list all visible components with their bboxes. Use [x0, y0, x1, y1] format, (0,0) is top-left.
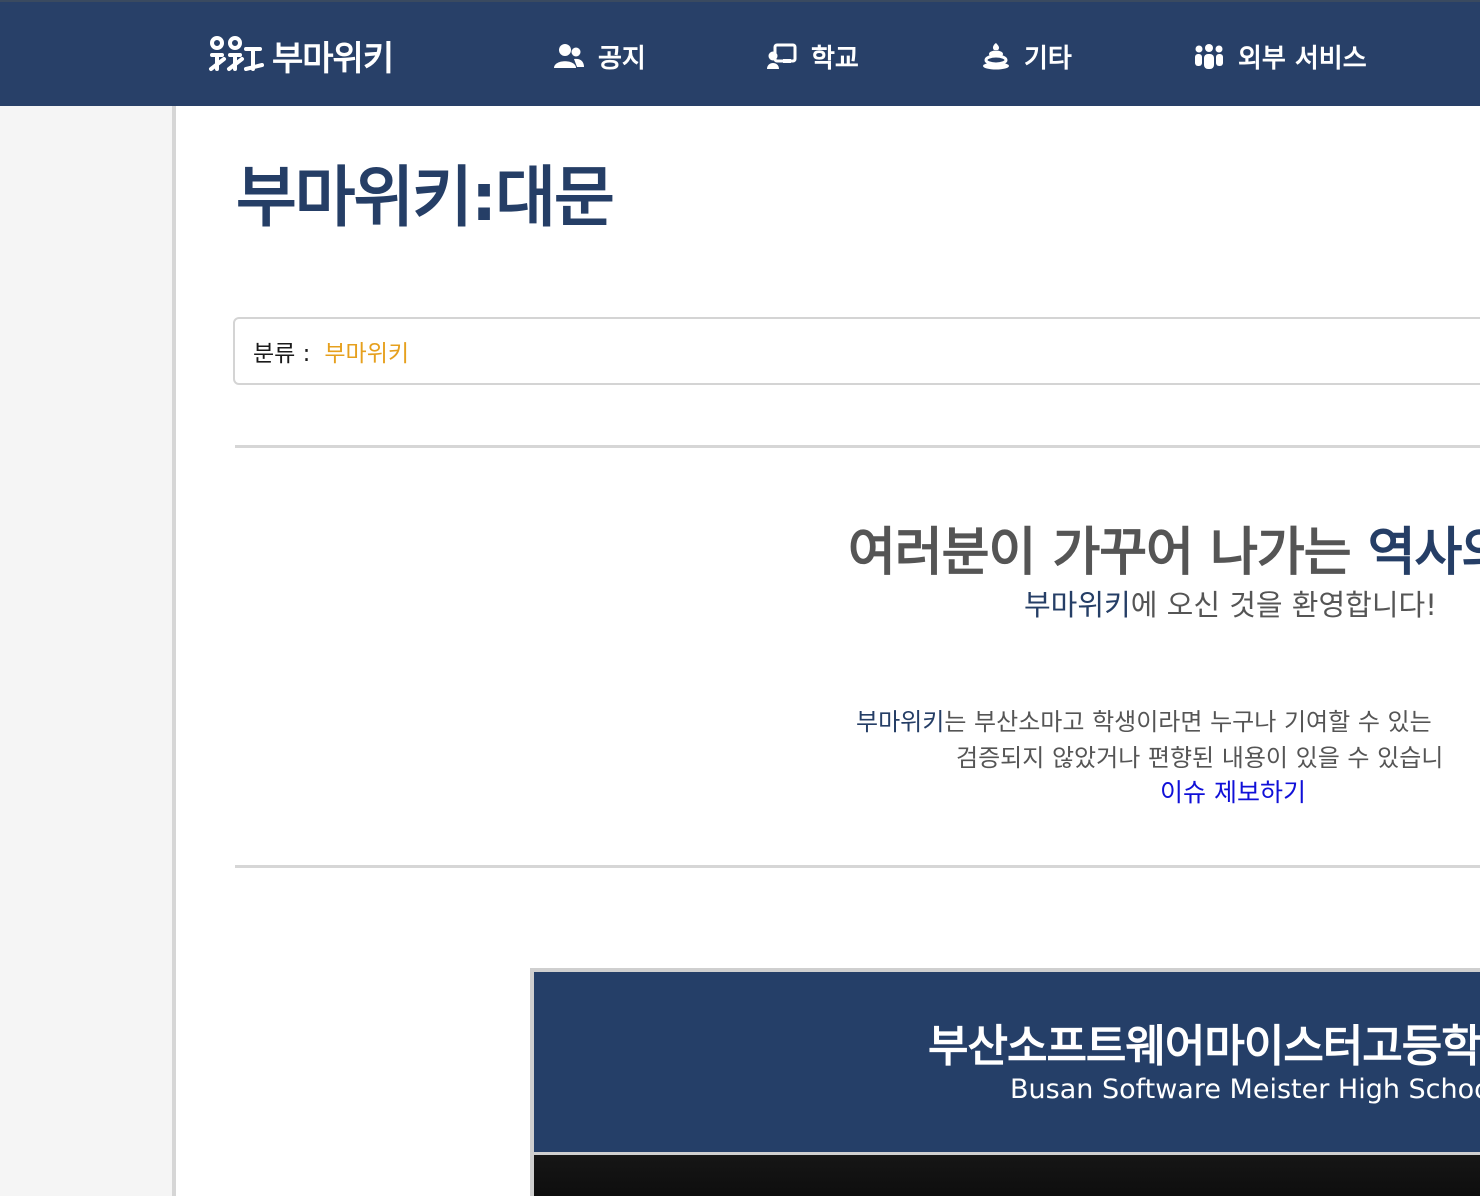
banner-photo: [534, 1155, 1480, 1196]
school-banner: 부산소프트웨어마이스터고등학 Busan Software Meister Hi…: [530, 968, 1480, 1196]
nav-school[interactable]: 학교: [767, 38, 859, 74]
description-line-2: 검증되지 않았거나 편향된 내용이 있을 수 있습니: [956, 744, 1444, 772]
banner-title: 부산소프트웨어마이스터고등학: [928, 1021, 1480, 1072]
category-label: 분류 :: [253, 341, 311, 367]
main-content: 부마위키:대문 분류 : 부마위키 여러분이 가꾸어 나가는 역사의 부마위키에…: [172, 106, 1480, 1196]
nav-notice-label: 공지: [598, 43, 646, 74]
page-title: 부마위키:대문: [236, 159, 615, 236]
description-line-1: 부마위키는 부산소마고 학생이라면 누구나 기여할 수 있는: [856, 702, 1432, 737]
divider-bottom: [235, 865, 1480, 868]
category-box: 분류 : 부마위키: [233, 317, 1480, 385]
welcome-headline-accent: 역사의: [1367, 523, 1480, 583]
welcome-sub-rest: 에 오신 것을 환영합니다!: [1130, 588, 1437, 622]
banner-subtitle: Busan Software Meister High School: [1010, 1074, 1480, 1105]
logo-text: 부마위키: [272, 38, 394, 79]
top-navbar: 부마위키 공지 학교 기타 외부 서비스: [0, 0, 1480, 106]
nav-external-services[interactable]: 외부 서비스: [1194, 38, 1367, 74]
issue-report-link[interactable]: 이슈 제보하기: [1160, 773, 1306, 809]
divider-top: [235, 445, 1480, 448]
people-group-icon: [1195, 44, 1223, 69]
description-accent: 부마위키: [856, 708, 945, 736]
welcome-sub-accent: 부마위키: [1024, 588, 1131, 622]
site-logo[interactable]: 부마위키: [208, 30, 394, 80]
nav-school-label: 학교: [811, 43, 859, 74]
nav-notice[interactable]: 공지: [554, 38, 646, 74]
welcome-headline-prefix: 여러분이 가꾸어 나가는: [848, 523, 1368, 583]
description-line-1-rest: 는 부산소마고 학생이라면 누구나 기여할 수 있는: [944, 708, 1432, 736]
poop-icon: [983, 43, 1009, 70]
nav-etc[interactable]: 기타: [982, 38, 1072, 74]
banner-header: 부산소프트웨어마이스터고등학 Busan Software Meister Hi…: [534, 972, 1480, 1155]
left-sidebar: [0, 106, 172, 1196]
welcome-subtitle: 부마위키에 오신 것을 환영합니다!: [1024, 582, 1437, 624]
users-icon: [554, 44, 584, 68]
logo-mark-icon: [209, 36, 264, 71]
welcome-headline: 여러분이 가꾸어 나가는 역사의: [848, 510, 1480, 585]
category-link[interactable]: 부마위키: [324, 334, 409, 368]
nav-external-services-label: 외부 서비스: [1238, 43, 1367, 74]
chalkboard-teacher-icon: [767, 43, 797, 69]
nav-etc-label: 기타: [1024, 43, 1072, 74]
